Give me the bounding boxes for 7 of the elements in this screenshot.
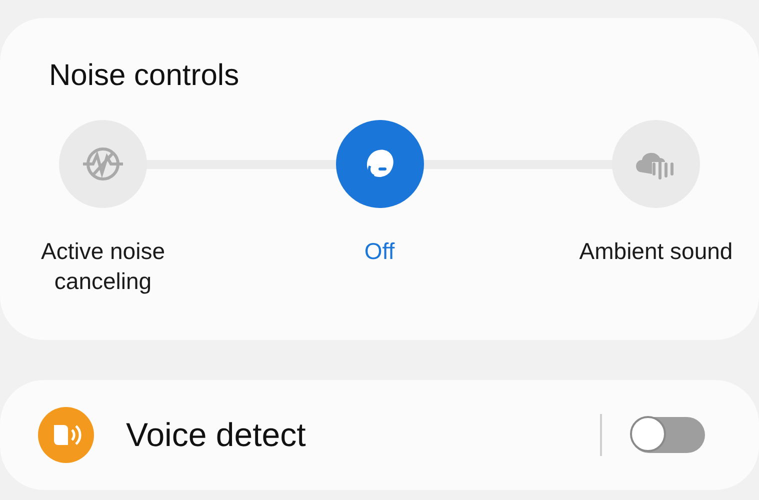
voice-detect-icon [38,407,94,463]
section-title: Noise controls [48,58,240,94]
mode-label: Ambient sound [579,237,733,266]
mode-label: Active noise canceling [40,237,166,296]
mode-label: Off [364,237,395,266]
toggle-switch[interactable] [631,417,705,453]
setting-label: Voice detect [126,416,307,454]
